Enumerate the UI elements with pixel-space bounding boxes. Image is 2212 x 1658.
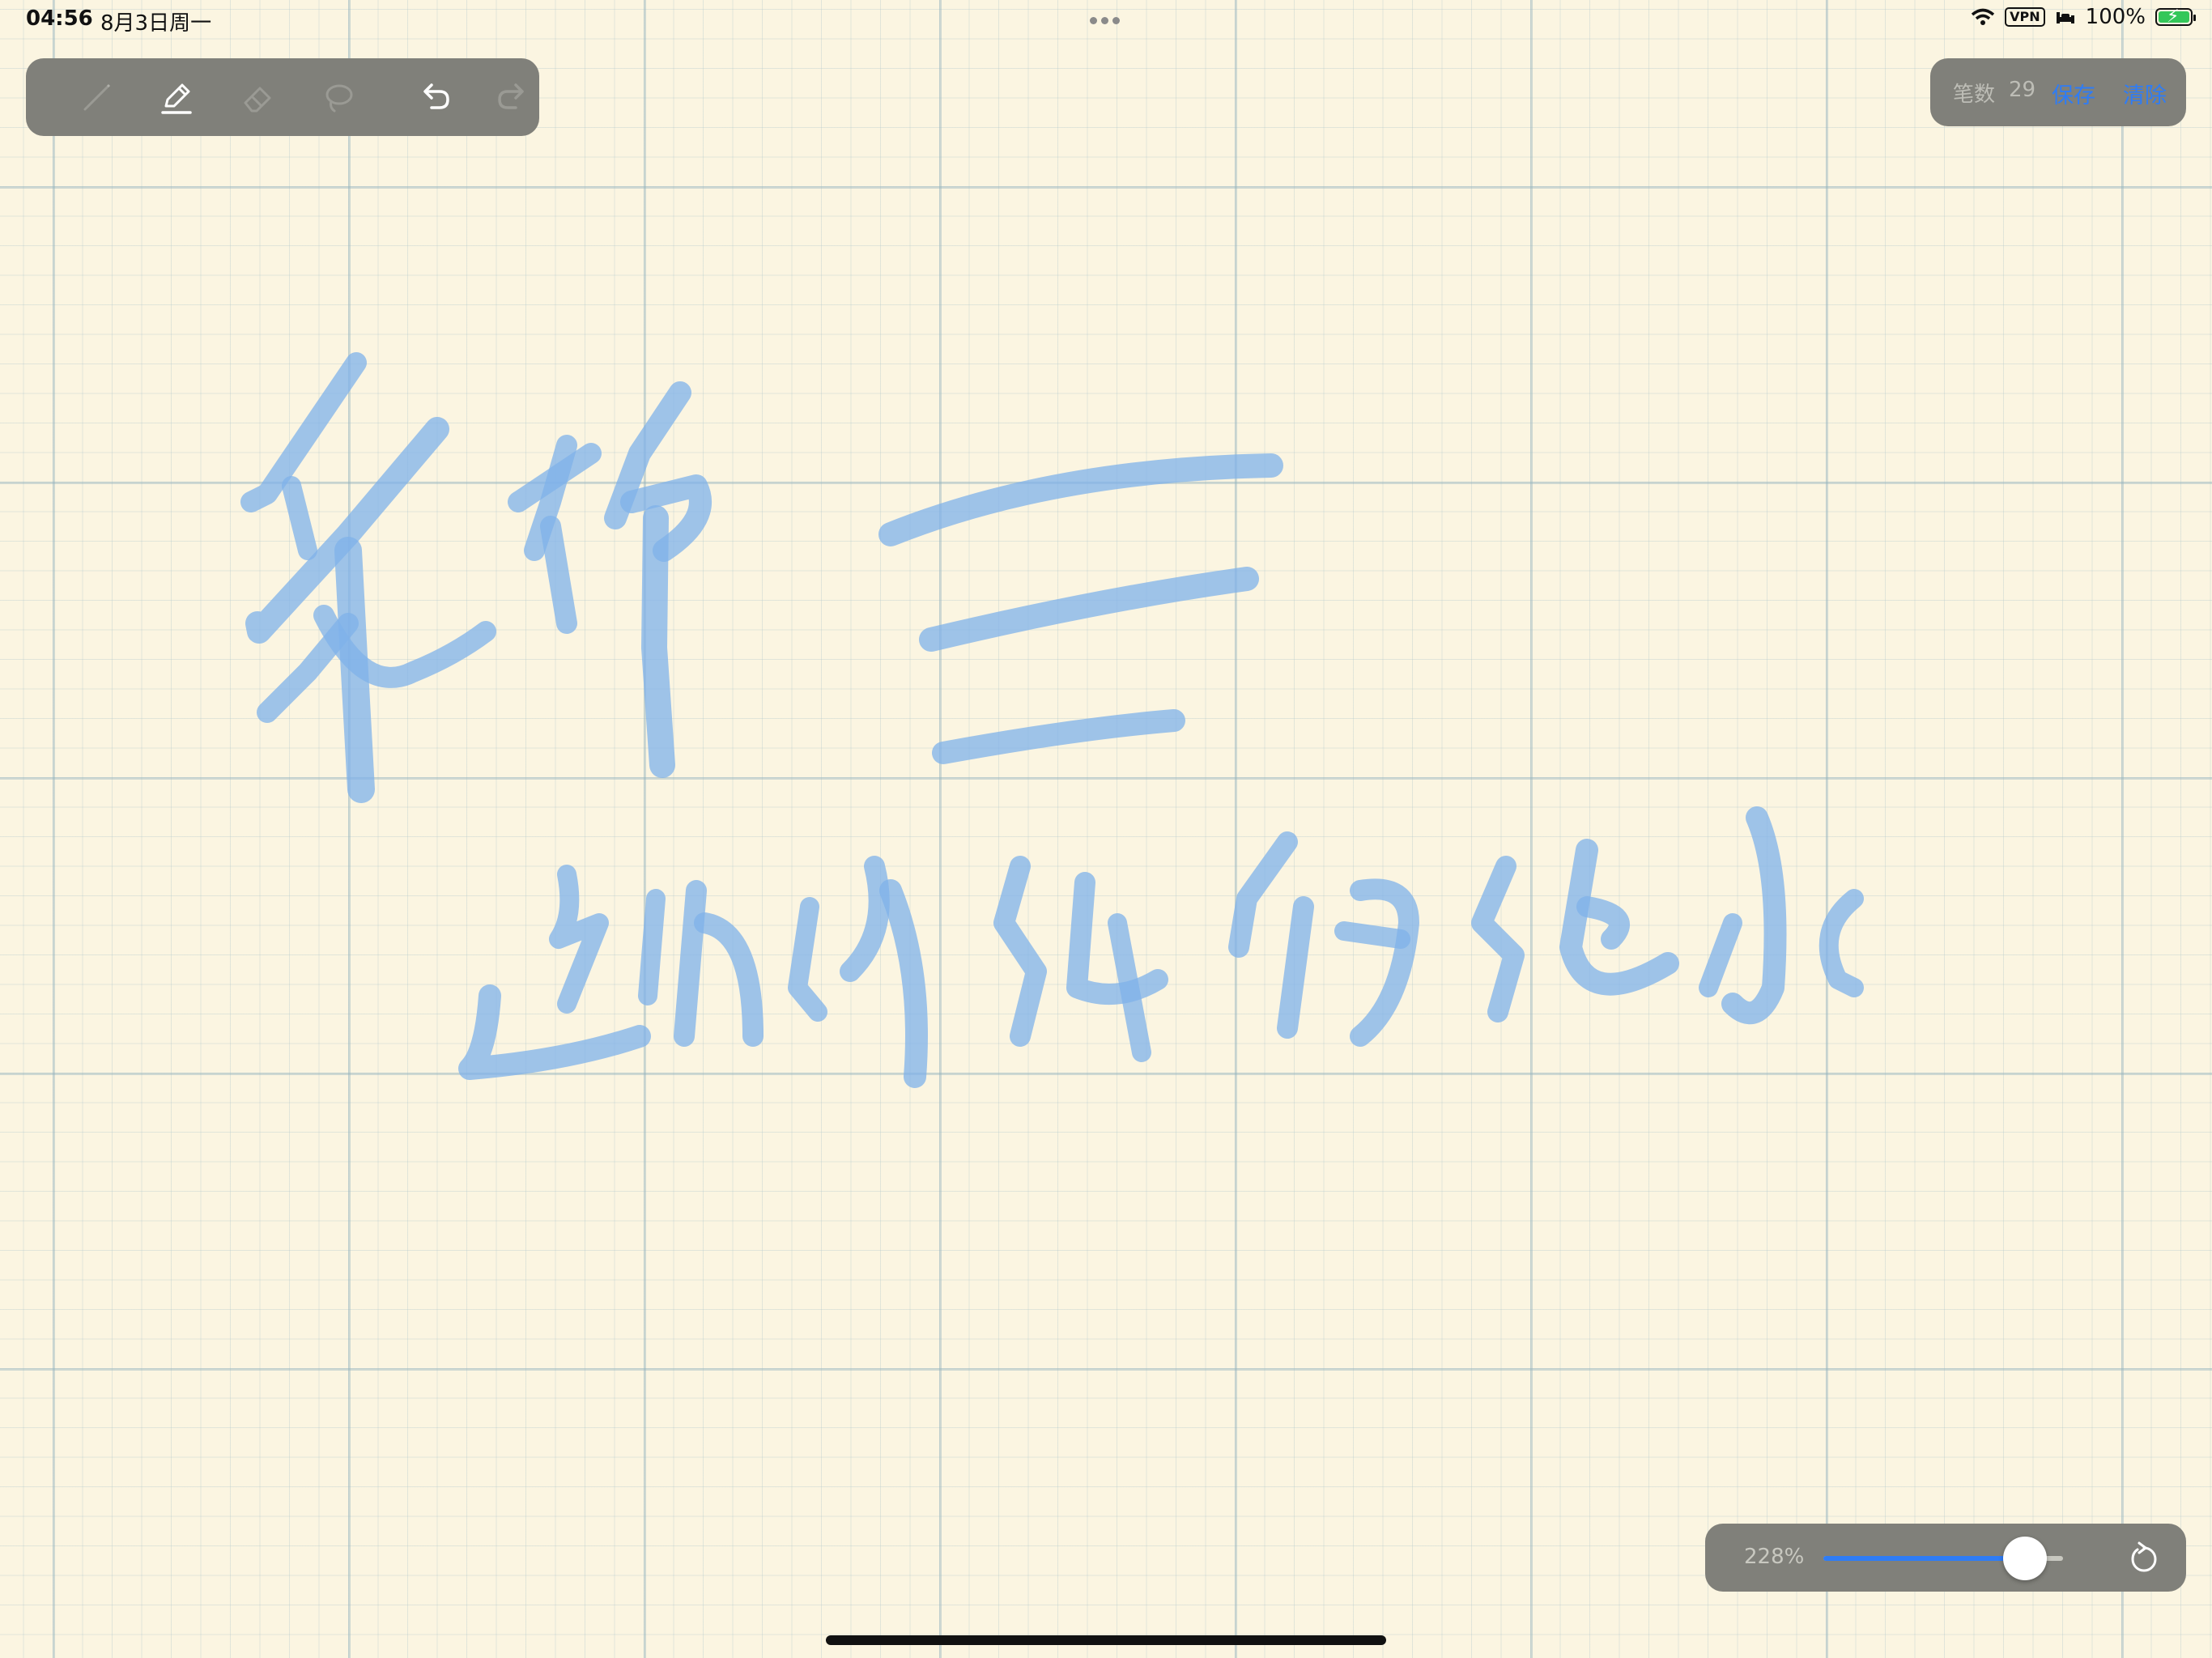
wifi-icon [1972, 8, 1995, 25]
status-indicators: VPN 100% ⚡ [1971, 5, 2196, 29]
reset-zoom-button[interactable] [2121, 1535, 2167, 1580]
ink-stroke [458, 984, 651, 1080]
ink-stroke [641, 505, 675, 778]
zoom-slider-thumb[interactable] [2002, 1537, 2047, 1580]
lasso-tool-button[interactable] [313, 73, 364, 121]
ink-stroke [1819, 889, 1864, 997]
lasso-icon [325, 84, 353, 113]
drawing-toolbar [26, 58, 539, 136]
zoom-panel: 228% [1705, 1524, 2186, 1592]
status-bar: 04:56 8月3日周一 VPN 100% ⚡ [0, 0, 2212, 39]
stroke-count-label: 笔数 [1953, 83, 1996, 107]
clear-button[interactable]: 清除 [2123, 78, 2167, 109]
ink-stroke [1699, 913, 1742, 997]
ink-stroke [840, 856, 890, 982]
ink-stroke [674, 880, 707, 1047]
redo-icon [498, 83, 524, 109]
battery-icon: ⚡ [2155, 6, 2196, 27]
home-indicator[interactable] [826, 1635, 1386, 1645]
reset-icon [2131, 1541, 2157, 1572]
pen-icon [83, 83, 111, 111]
ink-stroke [1334, 921, 1410, 949]
ink-stroke [540, 516, 577, 634]
status-time: 04:56 [26, 6, 93, 31]
ink-stroke [878, 453, 1283, 546]
stroke-count-value: 29 [2009, 78, 2036, 102]
ink-stroke [1277, 896, 1314, 1039]
ink-stroke [1108, 913, 1151, 1062]
ink-stroke [993, 856, 1047, 1047]
ink-stroke [240, 352, 367, 512]
highlighter-tool-button[interactable] [151, 73, 202, 121]
redo-button[interactable] [487, 73, 539, 121]
ink-stroke [694, 912, 764, 1047]
save-button[interactable]: 保存 [2052, 78, 2095, 109]
pen-tool-button[interactable] [71, 73, 123, 121]
highlighter-icon [161, 83, 192, 114]
ink-stroke [1471, 856, 1525, 1022]
vpn-badge: VPN [2005, 7, 2045, 27]
ink-stroke [282, 476, 317, 560]
eraser-tool-button[interactable] [232, 73, 283, 121]
ink-stroke [549, 865, 609, 1014]
ink-stroke [919, 567, 1259, 652]
multitasking-icon[interactable] [1090, 17, 1120, 24]
ink-stroke [1576, 896, 1630, 950]
ink-stroke [879, 879, 928, 1088]
ink-stroke [1350, 878, 1419, 1047]
handwritten-strokes [240, 352, 1864, 1088]
ink-stroke [788, 897, 827, 1022]
ink-stroke [638, 889, 666, 1005]
zoom-slider[interactable] [1823, 1537, 2063, 1580]
zoom-slider-fill [1823, 1556, 2025, 1561]
undo-icon [423, 83, 449, 109]
ink-stroke [1721, 806, 1787, 1025]
stroke-stats-panel: 笔数 29 保存 清除 [1930, 58, 2186, 126]
sleep-icon [2056, 12, 2074, 23]
zoom-level: 228% [1744, 1545, 1805, 1569]
ink-stroke [932, 709, 1185, 764]
ink-stroke [1228, 831, 1298, 958]
status-date: 8月3日周一 [100, 11, 212, 36]
battery-percent: 100% [2085, 5, 2146, 29]
eraser-icon [244, 87, 271, 113]
undo-button[interactable] [408, 73, 460, 121]
drawing-canvas[interactable] [0, 0, 2212, 1658]
